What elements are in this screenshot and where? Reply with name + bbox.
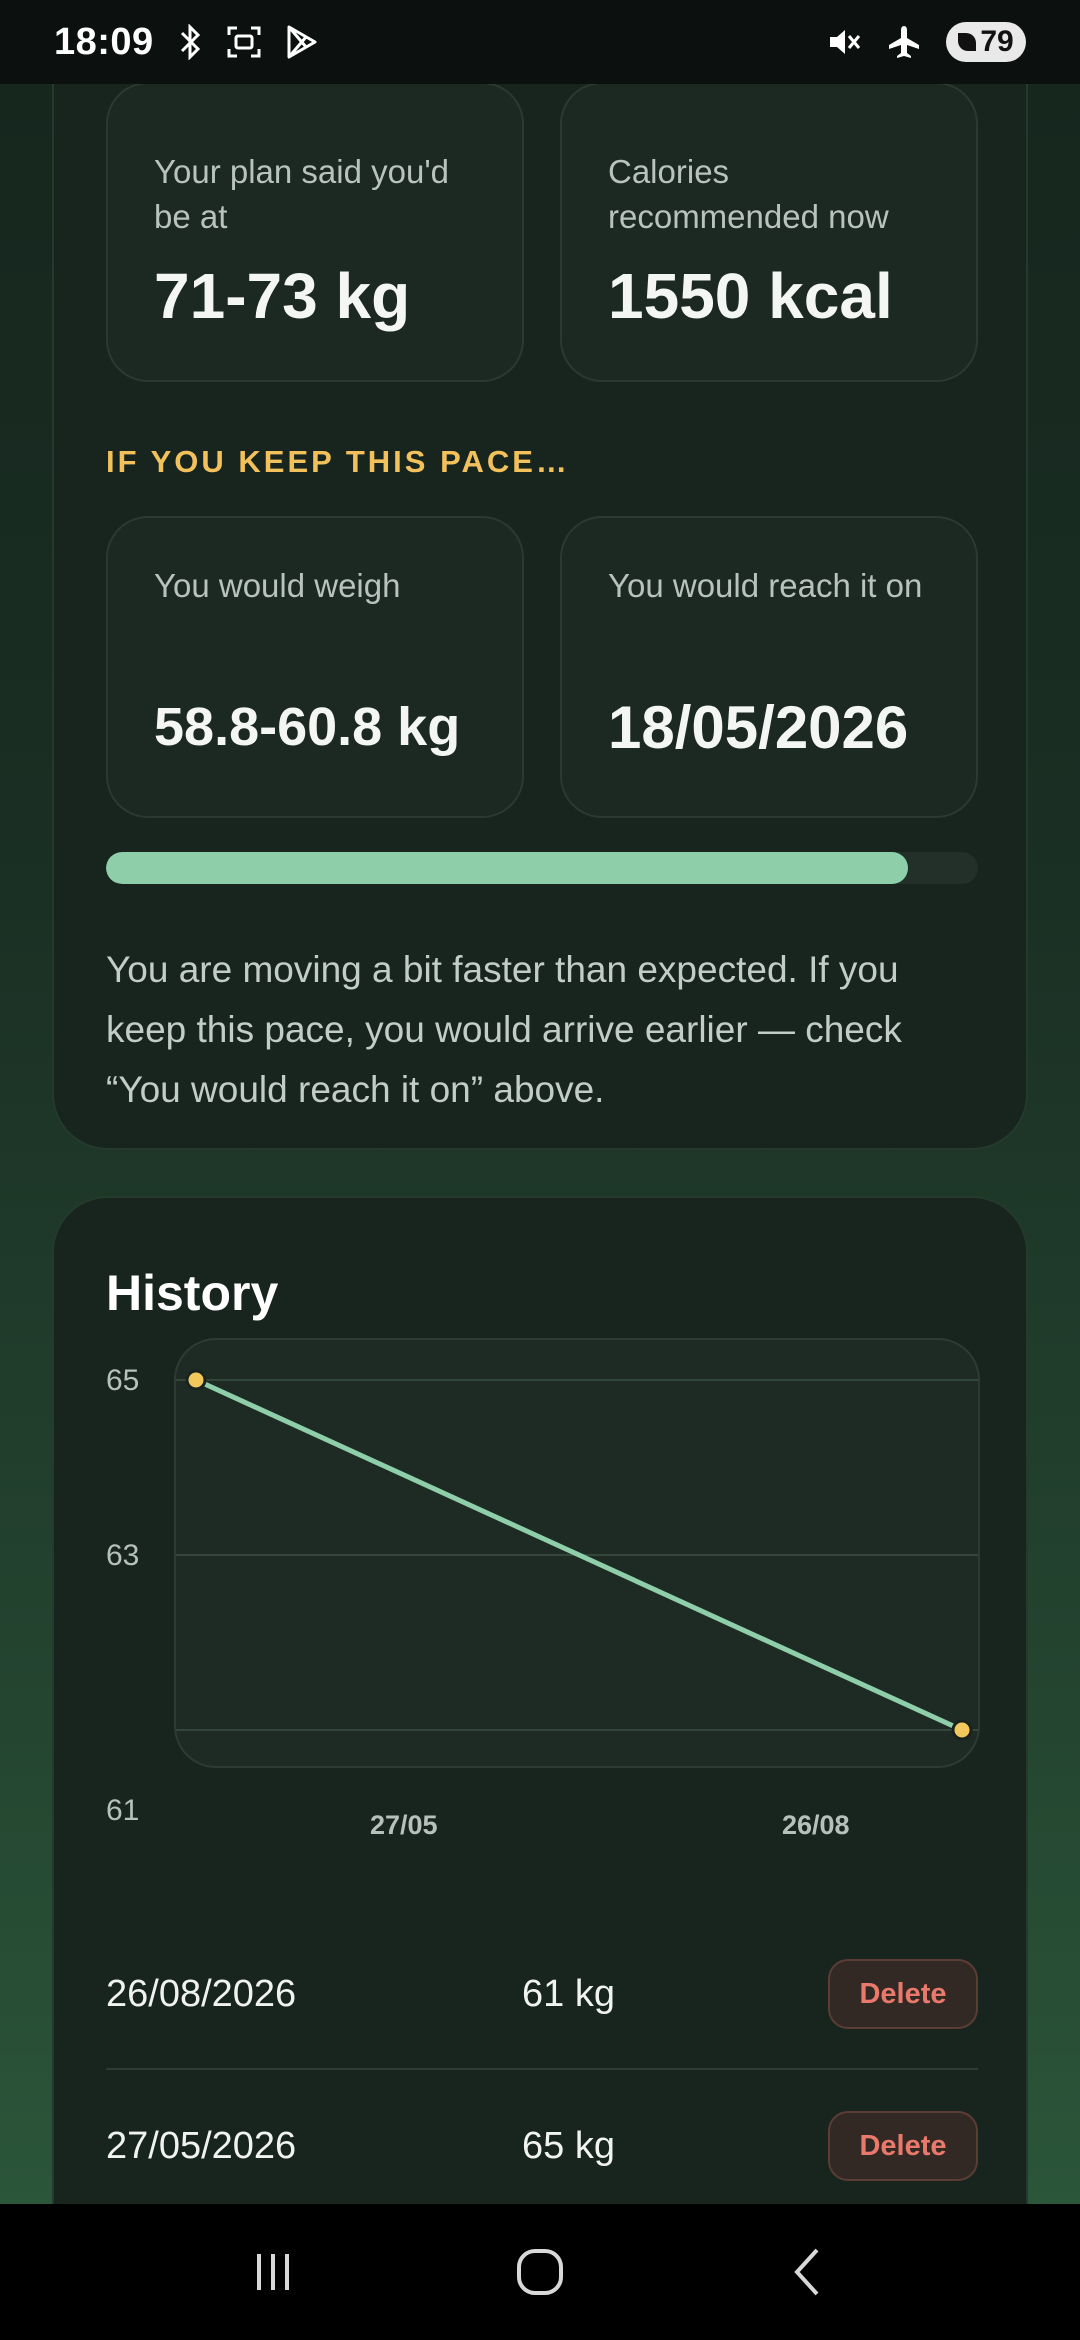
recent-apps-icon (257, 2254, 290, 2290)
history-title: History (106, 1265, 279, 1321)
home-icon (516, 2249, 563, 2295)
projected-date-tile: You would reach it on 18/05/2026 (560, 516, 978, 818)
progress-bar-fill (106, 852, 909, 884)
calories-label: Calories recommended now (608, 153, 889, 235)
plan-weight-value: 71-73 kg (154, 260, 411, 332)
pace-section-heading: IF YOU KEEP THIS PACE… (106, 444, 570, 479)
history-entry-row: 26/08/2026 61 kg Delete (106, 1920, 978, 2070)
plan-weight-tile: Your plan said you'd be at 71-73 kg (106, 82, 524, 382)
data-point (185, 1369, 207, 1391)
plan-projection-card: Your plan said you'd be at 71-73 kg Calo… (52, 20, 1028, 1150)
back-icon (793, 2248, 819, 2296)
status-left-icons (176, 24, 318, 60)
screenshot-icon (227, 26, 261, 58)
chart-svg: 65 63 61 27/05 26/08 (106, 1364, 978, 1838)
projected-weight-label: You would weigh (154, 567, 401, 604)
recent-apps-button[interactable] (213, 2222, 333, 2322)
battery-level: 79 (980, 25, 1014, 58)
play-store-icon (287, 25, 317, 59)
entry-weight: 61 kg (522, 1972, 615, 2015)
delete-entry-button[interactable]: Delete (828, 2111, 978, 2181)
projected-date-value: 18/05/2026 (608, 694, 909, 761)
y-tick-label: 63 (106, 1539, 139, 1572)
entry-date: 26/08/2026 (106, 1972, 297, 2015)
back-button[interactable] (747, 2222, 867, 2322)
projected-weight-tile: You would weigh 58.8-60.8 kg (106, 516, 524, 818)
status-right-icons: 79 (826, 22, 1026, 62)
status-bar: 18:09 79 (0, 0, 1080, 84)
progress-bar (106, 852, 978, 884)
calories-value: 1550 kcal (608, 260, 893, 332)
navigation-bar (0, 2204, 1080, 2340)
airplane-mode-icon (889, 26, 919, 58)
status-time: 18:09 (54, 20, 154, 63)
entry-weight: 65 kg (522, 2124, 615, 2167)
delete-entry-button[interactable]: Delete (828, 1959, 978, 2029)
projected-date-label: You would reach it on (608, 567, 923, 604)
history-chart: 65 63 61 27/05 26/08 (54, 1338, 1030, 1838)
x-tick-label: 26/08 (782, 1810, 850, 1838)
battery-indicator: 79 (946, 22, 1026, 62)
history-card: History 65 63 61 27/05 26/08 26/08/2026 61 k… (52, 1196, 1028, 2340)
y-tick-label: 61 (106, 1794, 139, 1827)
entry-date: 27/05/2026 (106, 2124, 297, 2167)
plan-weight-label: Your plan said you'd be at (154, 153, 449, 235)
pace-note: You are moving a bit faster than expecte… (106, 949, 902, 1110)
data-point (951, 1719, 973, 1741)
projected-weight-value: 58.8-60.8 kg (154, 697, 461, 757)
x-tick-label: 27/05 (370, 1810, 438, 1838)
calories-tile: Calories recommended now 1550 kcal (560, 82, 978, 382)
app-screen: 18:09 79 Your plan said you'd be at 71-7… (0, 0, 1080, 2340)
home-button[interactable] (480, 2222, 600, 2322)
bluetooth-icon (180, 24, 200, 60)
y-tick-label: 65 (106, 1364, 139, 1397)
mute-icon (830, 30, 861, 54)
battery-saver-icon (958, 33, 977, 51)
history-entry-row: 27/05/2026 65 kg Delete (106, 2072, 978, 2222)
